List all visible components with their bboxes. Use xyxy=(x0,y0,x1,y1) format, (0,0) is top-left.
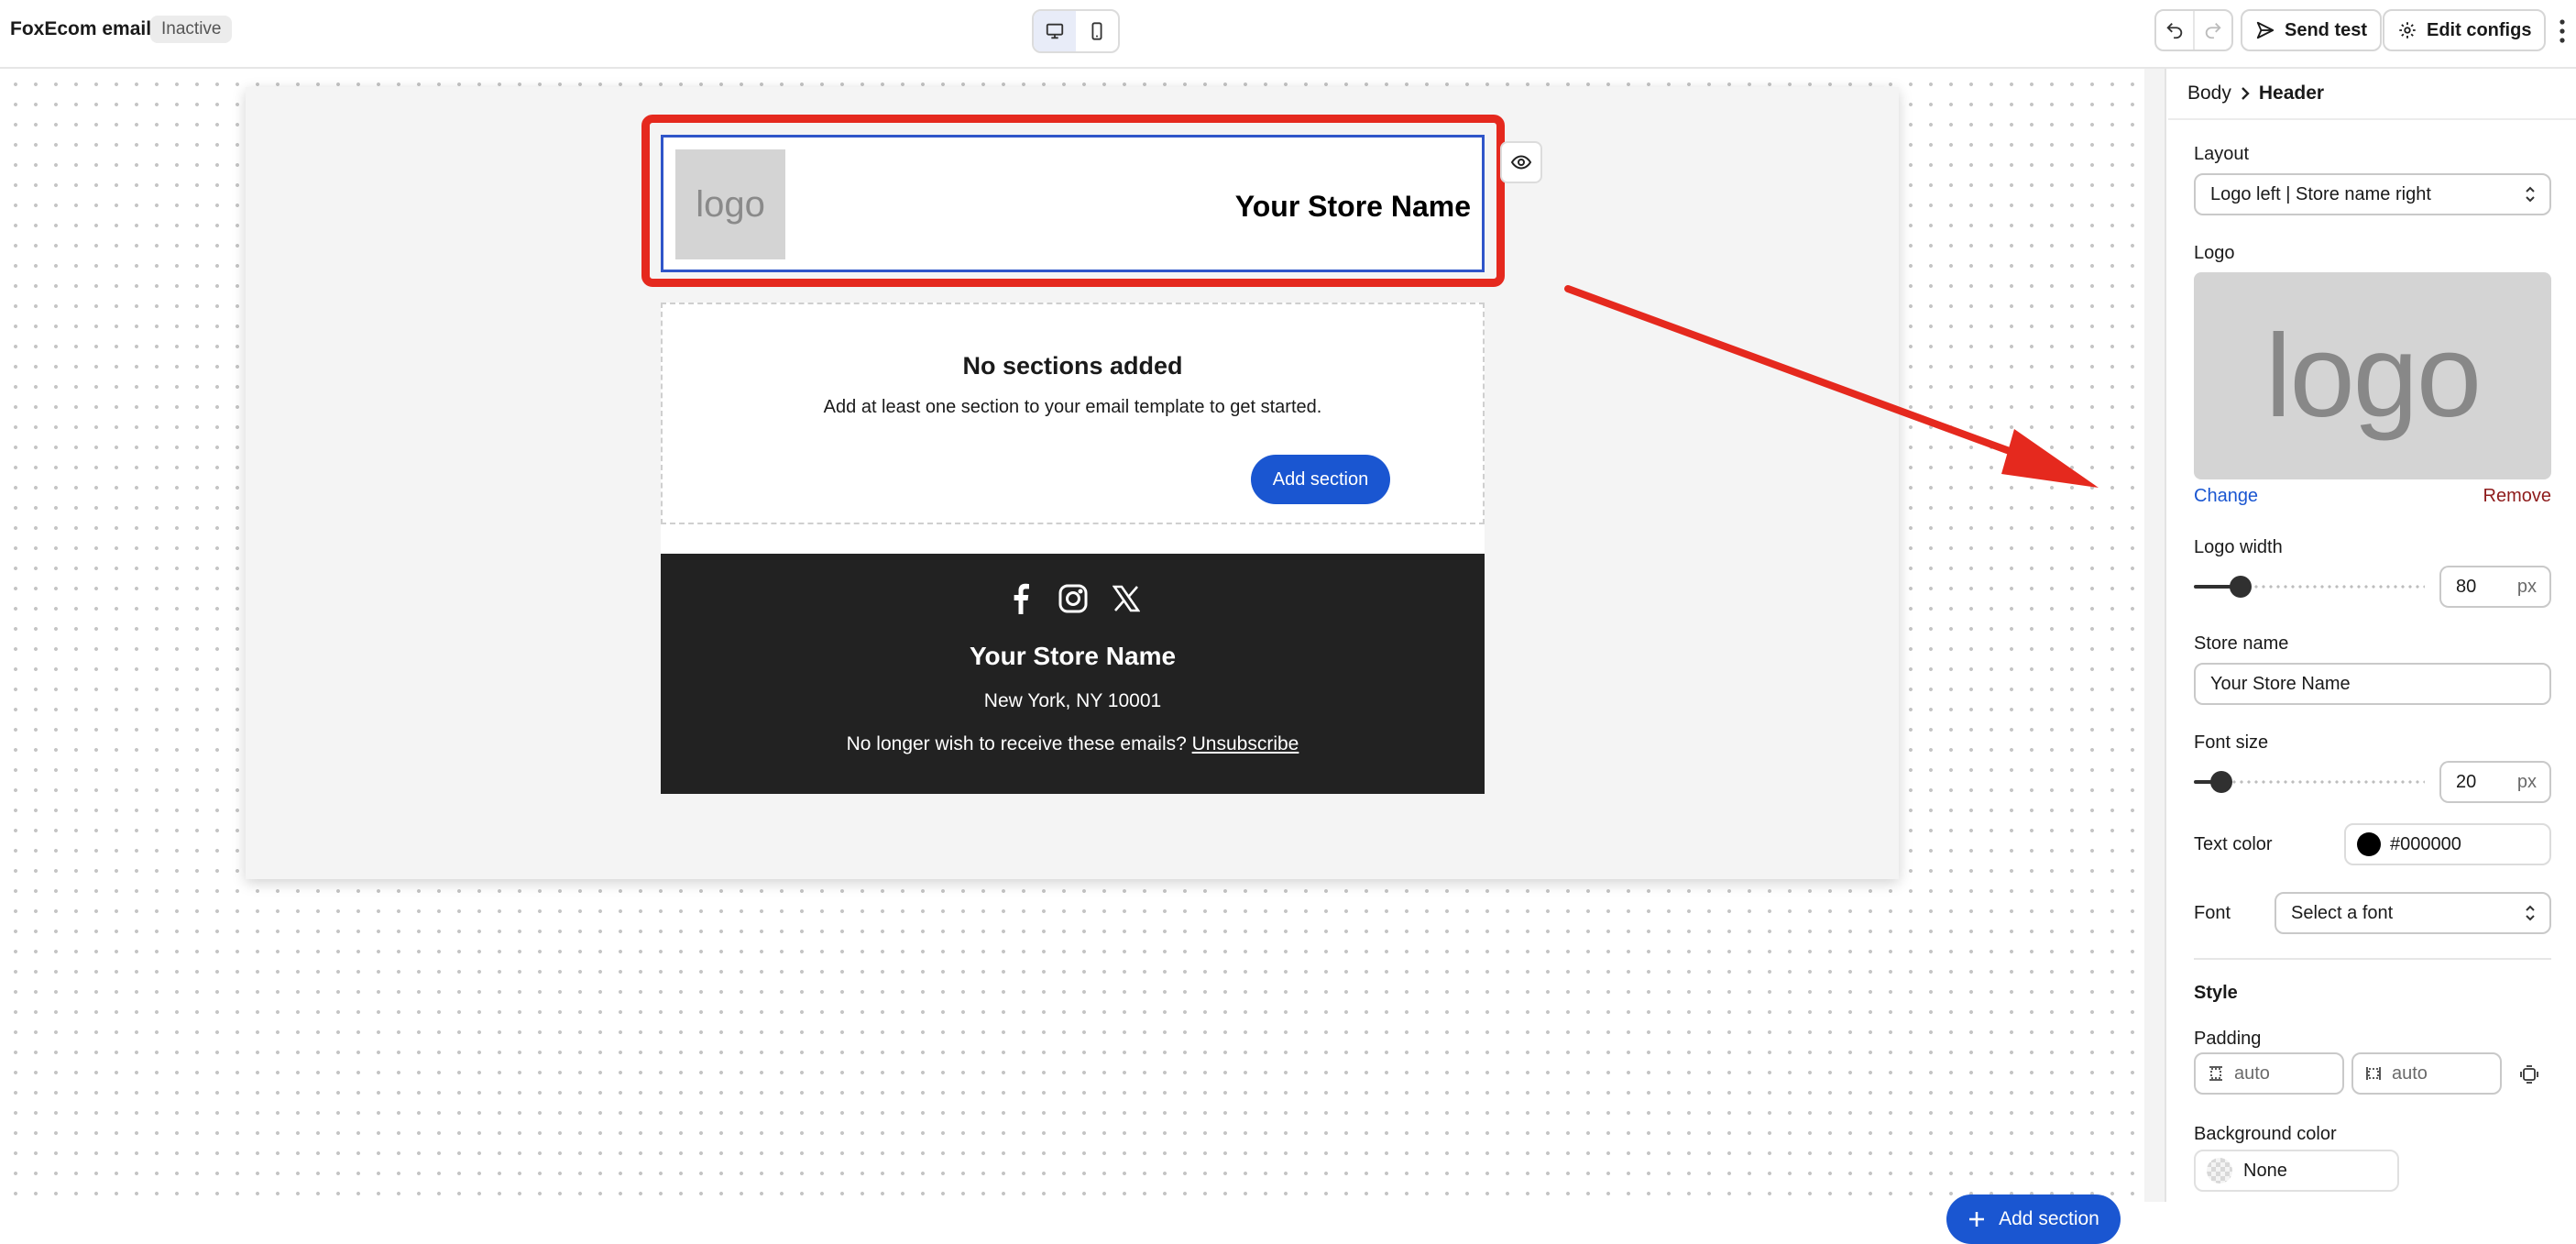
padding-horizontal-icon xyxy=(2366,1067,2381,1080)
layout-select[interactable]: Logo left | Store name right xyxy=(2194,173,2551,215)
undo-button[interactable] xyxy=(2156,11,2193,50)
footer-store-name: Your Store Name xyxy=(969,642,1177,670)
panel-resize-handle[interactable] xyxy=(2144,69,2166,1202)
padding-horizontal-value: auto xyxy=(2392,1062,2428,1084)
annotation-highlight-box xyxy=(641,115,1505,287)
annotation-arrow xyxy=(1564,285,2099,488)
unsubscribe-prefix: No longer wish to receive these emails? xyxy=(846,733,1187,754)
store-name-label: Store name xyxy=(2194,633,2289,654)
send-icon xyxy=(2256,21,2275,39)
padding-vertical-input[interactable]: auto xyxy=(2194,1052,2344,1095)
logo-width-value: 80 xyxy=(2456,576,2477,597)
add-section-button[interactable]: Add section xyxy=(1251,455,1390,504)
chevron-right-icon xyxy=(2242,87,2250,100)
social-links xyxy=(661,583,1485,614)
editor-canvas: logo Your Store Name No sections added A… xyxy=(0,69,2144,1244)
chevron-updown-icon xyxy=(2526,186,2535,203)
background-color-value: None xyxy=(2243,1160,2287,1181)
instagram-icon[interactable] xyxy=(1058,583,1089,614)
settings-panel: Body Header Layout Logo left | Store nam… xyxy=(2168,69,2576,1202)
breadcrumb: Body Header xyxy=(2168,69,2576,120)
send-test-label: Send test xyxy=(2285,19,2368,40)
logo-label: Logo xyxy=(2194,243,2235,263)
slider-thumb[interactable] xyxy=(2230,576,2252,598)
padding-vertical-icon xyxy=(2209,1066,2222,1081)
edit-configs-label: Edit configs xyxy=(2427,19,2532,40)
text-color-value: #000000 xyxy=(2390,833,2461,854)
text-color-input[interactable]: #000000 xyxy=(2344,823,2551,865)
breadcrumb-header: Header xyxy=(2258,83,2325,104)
gear-icon xyxy=(2399,22,2416,39)
view-toggle xyxy=(1032,9,1120,53)
layout-select-value: Logo left | Store name right xyxy=(2210,183,2431,204)
padding-vertical-value: auto xyxy=(2234,1062,2270,1084)
transparent-swatch[interactable] xyxy=(2207,1158,2232,1183)
breadcrumb-body[interactable]: Body xyxy=(2187,83,2231,105)
logo-width-input[interactable]: 80 px xyxy=(2439,566,2551,608)
padding-individual-toggle[interactable] xyxy=(2516,1062,2542,1087)
mobile-icon xyxy=(1091,22,1102,40)
font-size-label: Font size xyxy=(2194,732,2269,753)
eye-icon xyxy=(1510,155,1532,170)
redo-button[interactable] xyxy=(2193,11,2231,50)
font-select-placeholder: Select a font xyxy=(2291,902,2394,923)
more-vertical-icon xyxy=(2560,19,2565,43)
store-name-input[interactable]: Your Store Name xyxy=(2194,663,2551,705)
padding-sides-icon xyxy=(2520,1065,2538,1084)
font-size-slider[interactable] xyxy=(2194,771,2425,793)
visibility-toggle-button[interactable] xyxy=(1500,141,1542,183)
logo-width-label: Logo width xyxy=(2194,537,2283,557)
font-size-input[interactable]: 20 px xyxy=(2439,761,2551,803)
padding-label: Padding xyxy=(2194,1029,2262,1049)
app-title: FoxEcom email xyxy=(10,18,152,39)
section-divider xyxy=(2194,958,2551,960)
redo-icon xyxy=(2205,23,2221,39)
chevron-updown-icon xyxy=(2526,905,2535,921)
add-section-floating-label: Add section xyxy=(1999,1208,2099,1229)
style-heading: Style xyxy=(2194,983,2238,1003)
mobile-view-button[interactable] xyxy=(1076,11,1118,51)
add-section-floating-button[interactable]: Add section xyxy=(1946,1194,2121,1244)
font-select[interactable]: Select a font xyxy=(2275,892,2551,934)
empty-sections-title: No sections added xyxy=(962,352,1183,380)
text-color-swatch[interactable] xyxy=(2357,832,2381,856)
facebook-icon[interactable] xyxy=(1004,583,1036,614)
more-options-button[interactable] xyxy=(2551,13,2573,50)
padding-horizontal-input[interactable]: auto xyxy=(2351,1052,2502,1095)
desktop-icon xyxy=(1046,23,1064,39)
footer-address: New York, NY 10001 xyxy=(983,690,1162,711)
send-test-button[interactable]: Send test xyxy=(2241,9,2383,51)
logo-preview[interactable]: logo xyxy=(2194,272,2551,479)
font-label: Font xyxy=(2194,903,2231,923)
section-spacer xyxy=(661,524,1485,554)
unsubscribe-link[interactable]: Unsubscribe xyxy=(1192,733,1299,754)
footer-unsubscribe-text: No longer wish to receive these emails? … xyxy=(661,732,1485,757)
empty-sections-placeholder: No sections added Add at least one secti… xyxy=(661,303,1485,524)
logo-width-unit: px xyxy=(2516,576,2537,597)
top-bar: FoxEcom email Inactive Send test Edit co… xyxy=(0,0,2576,69)
empty-sections-description: Add at least one section to your email t… xyxy=(823,397,1322,417)
x-icon[interactable] xyxy=(1111,583,1142,614)
logo-width-slider[interactable] xyxy=(2194,576,2425,598)
background-color-label: Background color xyxy=(2194,1124,2337,1144)
status-badge: Inactive xyxy=(150,16,233,43)
text-color-label: Text color xyxy=(2194,834,2273,854)
layout-label: Layout xyxy=(2194,144,2250,164)
font-size-value: 20 xyxy=(2456,771,2477,792)
slider-thumb[interactable] xyxy=(2210,771,2232,793)
edit-configs-button[interactable]: Edit configs xyxy=(2383,9,2547,51)
undo-icon xyxy=(2166,23,2183,39)
desktop-view-button[interactable] xyxy=(1034,11,1076,51)
plus-icon xyxy=(1969,1212,1985,1227)
background-color-input[interactable]: None xyxy=(2194,1150,2399,1192)
history-controls xyxy=(2154,9,2233,51)
email-footer-section[interactable]: Your Store Name New York, NY 10001 No lo… xyxy=(661,554,1485,794)
font-size-unit: px xyxy=(2516,771,2537,792)
remove-logo-link[interactable]: Remove xyxy=(2483,486,2551,507)
change-logo-link[interactable]: Change xyxy=(2194,486,2258,507)
